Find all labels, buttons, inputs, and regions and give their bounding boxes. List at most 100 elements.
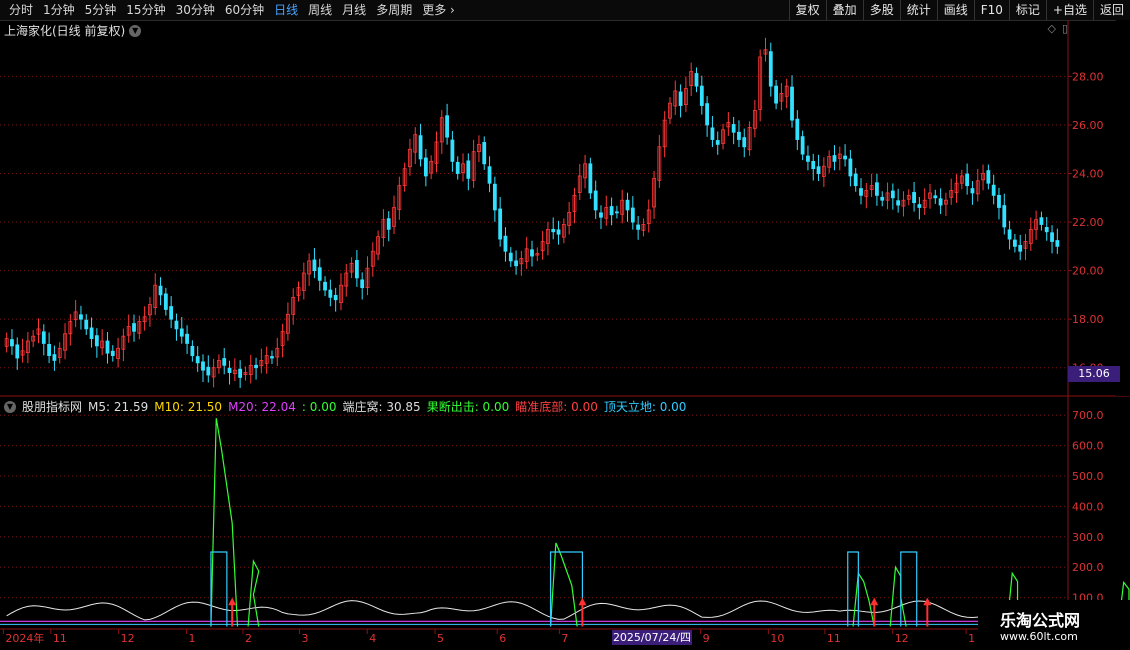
candle-body — [848, 158, 853, 177]
candle-body — [986, 170, 991, 184]
candle-body — [832, 155, 837, 162]
candle-body — [110, 350, 115, 356]
candle-body — [79, 314, 83, 320]
candle-body — [991, 184, 996, 196]
candle-body — [938, 198, 943, 206]
candle-body — [699, 85, 704, 106]
candle-body — [328, 289, 333, 298]
x-tick-label: 9 — [703, 632, 710, 645]
candle-body — [609, 206, 614, 216]
candle-body — [15, 344, 20, 359]
candle-body — [195, 356, 200, 364]
candle-body — [201, 361, 205, 371]
candle-body — [1055, 240, 1060, 247]
candle-body — [418, 135, 423, 160]
candle-body — [1039, 217, 1044, 225]
candle-body — [52, 354, 57, 361]
candle-body — [169, 306, 174, 320]
indicator-value-0: M5: 21.59 — [88, 399, 149, 414]
arrow-up-icon — [870, 597, 879, 606]
candle-body — [227, 367, 232, 373]
x-tick-label: 10 — [770, 632, 784, 645]
candle-body — [163, 293, 168, 310]
price-tick-label: 28.00 — [1072, 70, 1104, 83]
candle-body — [238, 368, 243, 378]
indicator-value-7: 顶天立地: 0.00 — [603, 400, 687, 414]
price-tick-label: 24.00 — [1072, 168, 1104, 181]
candle-body — [917, 204, 922, 208]
candle-body — [997, 194, 1001, 208]
candle-body — [10, 339, 14, 347]
candle-body — [790, 86, 794, 121]
candle-body — [875, 182, 879, 196]
candle-body — [466, 160, 471, 179]
candle-body — [503, 235, 508, 252]
candle-body — [630, 207, 635, 223]
arrow-up-icon — [228, 597, 237, 606]
candle-body — [498, 208, 503, 240]
last-price-tag: 15.06 — [1068, 366, 1120, 382]
candle-body — [354, 260, 359, 279]
chevron-down-icon[interactable]: ▼ — [4, 400, 16, 413]
spike-green — [210, 418, 239, 627]
box-cyan — [210, 551, 228, 627]
watermark-url: www.60lt.com — [1000, 630, 1078, 643]
candle-body — [774, 85, 779, 104]
x-tick-label: 6 — [499, 632, 506, 645]
x-tick-label: 11 — [53, 632, 67, 645]
candle-body — [795, 118, 800, 140]
candle-body — [965, 173, 970, 187]
candle-body — [222, 358, 227, 366]
candle-body — [843, 155, 847, 160]
candle-body — [105, 340, 110, 354]
candle-body — [174, 320, 179, 330]
indicator-value-2: M20: 22.04 — [228, 399, 296, 414]
candle-body — [588, 163, 593, 194]
candle-body — [705, 103, 710, 126]
candle-body — [482, 142, 487, 165]
price-tick-label: 20.00 — [1072, 265, 1104, 278]
candle-body — [323, 281, 327, 291]
candle-body — [423, 157, 428, 177]
candle-body — [933, 195, 938, 199]
candle-body — [1007, 229, 1012, 240]
spike-green — [247, 559, 260, 627]
x-tick-label: 2024年 — [5, 631, 44, 645]
indicator-value-5: 果断出击: 0.00 — [426, 400, 510, 414]
indicator-value-4: 端庄窝: 30.85 — [342, 400, 421, 414]
x-tick-label: 12 — [121, 632, 135, 645]
candle-body — [768, 51, 773, 87]
candle-body — [312, 259, 317, 272]
candle-body — [360, 279, 365, 289]
chart-canvas[interactable]: 28.0026.0024.0022.0020.0018.0016.00700.0… — [0, 0, 1130, 650]
candle-body — [530, 249, 534, 257]
candle-body — [1018, 244, 1023, 252]
candle-body — [185, 333, 189, 344]
x-tick-label: 1 — [188, 632, 195, 645]
candle-body — [880, 196, 885, 201]
candle-body — [514, 260, 518, 267]
x-tick-label: 3 — [301, 632, 308, 645]
candle-body — [551, 228, 556, 233]
candle-body — [896, 200, 901, 206]
candle-body — [816, 166, 821, 174]
candle-body — [317, 267, 322, 281]
candle-body — [179, 328, 184, 337]
candle-body — [1044, 227, 1049, 233]
price-tick-label: 26.00 — [1072, 119, 1104, 132]
candle-body — [190, 345, 195, 356]
candle-body — [737, 131, 741, 140]
candle-body — [970, 188, 975, 194]
candle-body — [487, 166, 492, 184]
candle-body — [206, 366, 211, 376]
candle-body — [386, 218, 391, 230]
x-tick-label: 4 — [369, 632, 376, 645]
candle-body — [445, 115, 449, 138]
candle-body — [615, 211, 619, 214]
candle-body — [742, 137, 747, 148]
watermark-title: 乐淘公式网 — [1000, 611, 1081, 630]
candle-body — [859, 188, 863, 196]
candle-body — [593, 190, 598, 211]
candle-body — [636, 224, 641, 230]
candle-body — [158, 285, 163, 296]
